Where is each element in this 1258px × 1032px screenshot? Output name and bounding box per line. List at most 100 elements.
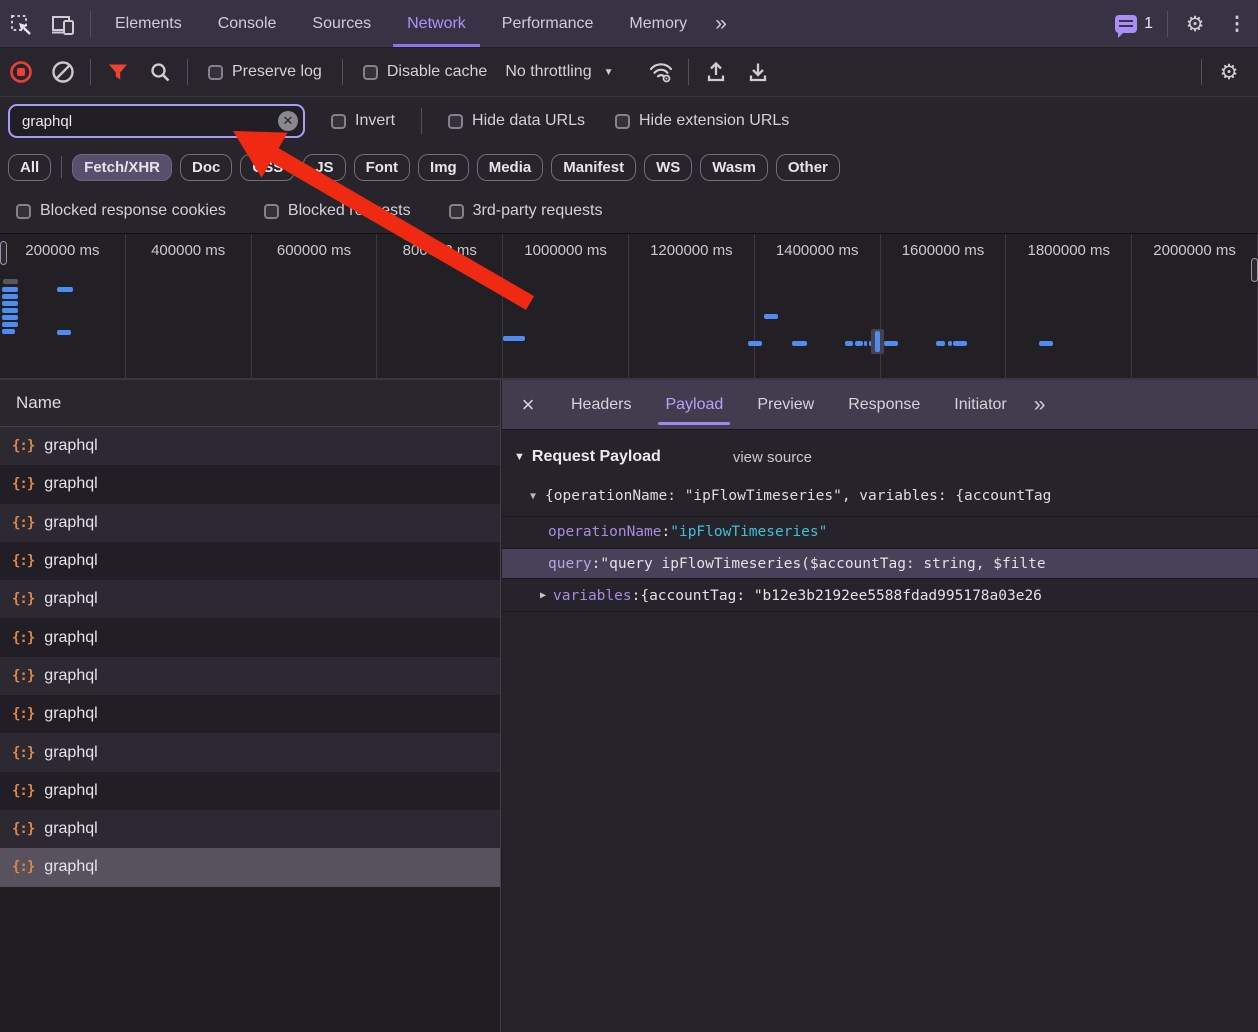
- clear-network-log-icon[interactable]: [42, 60, 84, 84]
- filter-chip-other[interactable]: Other: [776, 154, 840, 181]
- tab-memory[interactable]: Memory: [611, 0, 705, 47]
- checkbox[interactable]: [208, 65, 223, 80]
- timeline-tick-label: 1400000 ms: [755, 234, 881, 378]
- checkbox[interactable]: [16, 204, 31, 219]
- tab-headers[interactable]: Headers: [554, 380, 648, 429]
- import-har-icon[interactable]: [695, 60, 737, 84]
- clear-filter-icon[interactable]: ✕: [278, 111, 298, 131]
- checkbox[interactable]: [264, 204, 279, 219]
- divider: [1201, 59, 1202, 85]
- request-timing-bar: [2, 322, 18, 327]
- tab-elements[interactable]: Elements: [97, 0, 200, 47]
- settings-gear-icon[interactable]: ⚙: [1174, 2, 1216, 47]
- request-row[interactable]: {:}graphql: [0, 848, 500, 886]
- expand-triangle-icon[interactable]: ▶: [540, 590, 546, 601]
- tab-initiator[interactable]: Initiator: [937, 380, 1023, 429]
- xhr-braces-icon: {:}: [12, 745, 34, 761]
- request-list-panel: Name {:}graphql{:}graphql{:}graphql{:}gr…: [0, 380, 501, 1032]
- filter-chip-img[interactable]: Img: [418, 154, 469, 181]
- hide-extension-urls-checkbox[interactable]: Hide extension URLs: [615, 112, 789, 130]
- checkbox[interactable]: [448, 114, 463, 129]
- close-icon[interactable]: ×: [502, 380, 554, 429]
- request-row[interactable]: {:}graphql: [0, 465, 500, 503]
- request-row[interactable]: {:}graphql: [0, 657, 500, 695]
- tab-network[interactable]: Network: [389, 0, 484, 47]
- payload-row-operation-name[interactable]: operationName: "ipFlowTimeseries": [502, 516, 1258, 547]
- tab-preview[interactable]: Preview: [740, 380, 831, 429]
- filter-chip-all[interactable]: All: [8, 154, 51, 181]
- request-timing-bar: [845, 341, 853, 346]
- request-row[interactable]: {:}graphql: [0, 427, 500, 465]
- checkbox[interactable]: [331, 114, 346, 129]
- request-row[interactable]: {:} graphql: [0, 733, 500, 771]
- name-column-header[interactable]: Name: [0, 380, 500, 427]
- checkbox[interactable]: [615, 114, 630, 129]
- filter-chip-ws[interactable]: WS: [644, 154, 692, 181]
- third-party-requests-checkbox[interactable]: 3rd-party requests: [449, 202, 603, 220]
- overview-right-handle[interactable]: [1251, 258, 1258, 282]
- filter-chip-font[interactable]: Font: [354, 154, 410, 181]
- network-conditions-icon[interactable]: [640, 60, 682, 84]
- issues-counter[interactable]: 1: [1107, 0, 1161, 47]
- payload-row-query[interactable]: query: "query ipFlowTimeseries($accountT…: [502, 548, 1258, 579]
- request-name: graphql: [44, 744, 97, 762]
- filter-funnel-icon[interactable]: [97, 61, 139, 83]
- device-toolbar-icon[interactable]: [42, 2, 84, 47]
- more-tabs-icon[interactable]: »: [705, 0, 737, 47]
- filter-chip-manifest[interactable]: Manifest: [551, 154, 636, 181]
- more-detail-tabs-icon[interactable]: »: [1024, 380, 1056, 429]
- filter-chip-fetch-xhr[interactable]: Fetch/XHR: [72, 154, 172, 181]
- network-overview-timeline[interactable]: 200000 ms400000 ms600000 ms800000 ms1000…: [0, 233, 1258, 380]
- filter-chip-css[interactable]: CSS: [240, 154, 295, 181]
- invert-checkbox[interactable]: Invert: [331, 112, 395, 130]
- search-icon[interactable]: [139, 61, 181, 83]
- inspect-element-icon[interactable]: [0, 2, 42, 47]
- divider: [421, 108, 422, 134]
- overview-left-handle[interactable]: [0, 241, 7, 265]
- hide-data-urls-checkbox[interactable]: Hide data URLs: [448, 112, 585, 130]
- tab-performance[interactable]: Performance: [484, 0, 612, 47]
- tab-payload[interactable]: Payload: [648, 380, 740, 429]
- request-row[interactable]: {:}graphql: [0, 695, 500, 733]
- disable-cache-checkbox[interactable]: Disable cache: [363, 63, 488, 81]
- request-timing-bar: [2, 287, 18, 292]
- request-timing-bar: [864, 341, 867, 346]
- preserve-log-checkbox[interactable]: Preserve log: [208, 63, 322, 81]
- xhr-braces-icon: {:}: [12, 515, 34, 531]
- network-settings-gear-icon[interactable]: ⚙: [1208, 62, 1250, 83]
- xhr-braces-icon: {:}: [12, 821, 34, 837]
- kebab-menu-icon[interactable]: ⋮: [1216, 2, 1258, 47]
- chevron-down-icon: ▼: [604, 67, 614, 78]
- view-source-toggle[interactable]: view source: [733, 449, 812, 466]
- blocked-requests-checkbox[interactable]: Blocked requests: [264, 202, 411, 220]
- request-row[interactable]: {:}graphql: [0, 772, 500, 810]
- filter-chip-js[interactable]: JS: [303, 154, 345, 181]
- filter-chip-wasm[interactable]: Wasm: [700, 154, 768, 181]
- tab-console[interactable]: Console: [200, 0, 295, 47]
- tab-response[interactable]: Response: [831, 380, 937, 429]
- filter-chip-doc[interactable]: Doc: [180, 154, 232, 181]
- xhr-braces-icon: {:}: [12, 706, 34, 722]
- payload-summary-row[interactable]: ▼ {operationName: "ipFlowTimeseries", va…: [502, 480, 1258, 512]
- checkbox[interactable]: [449, 204, 464, 219]
- network-filter-input[interactable]: [8, 104, 305, 138]
- request-row[interactable]: {:}graphql: [0, 810, 500, 848]
- payload-row-variables[interactable]: ▶ variables: {accountTag: "b12e3b2192ee5…: [502, 580, 1258, 612]
- collapse-triangle-icon[interactable]: ▼: [530, 491, 536, 502]
- request-timing-bar: [57, 287, 73, 292]
- request-row[interactable]: {:}graphql: [0, 542, 500, 580]
- record-network-log-icon[interactable]: [0, 60, 42, 84]
- xhr-braces-icon: {:}: [12, 438, 34, 454]
- export-har-icon[interactable]: [737, 60, 779, 84]
- blocked-response-cookies-checkbox[interactable]: Blocked response cookies: [16, 202, 226, 220]
- collapse-triangle-icon[interactable]: ▼: [514, 451, 525, 463]
- request-row[interactable]: {:}graphql: [0, 504, 500, 542]
- throttling-dropdown[interactable]: No throttling ▼: [505, 63, 613, 81]
- advanced-filters-row: Blocked response cookies Blocked request…: [0, 189, 1258, 233]
- checkbox[interactable]: [363, 65, 378, 80]
- request-timing-bar: [875, 331, 880, 352]
- tab-sources[interactable]: Sources: [294, 0, 389, 47]
- request-row[interactable]: {:}graphql: [0, 618, 500, 656]
- request-row[interactable]: {:}graphql: [0, 580, 500, 618]
- filter-chip-media[interactable]: Media: [477, 154, 544, 181]
